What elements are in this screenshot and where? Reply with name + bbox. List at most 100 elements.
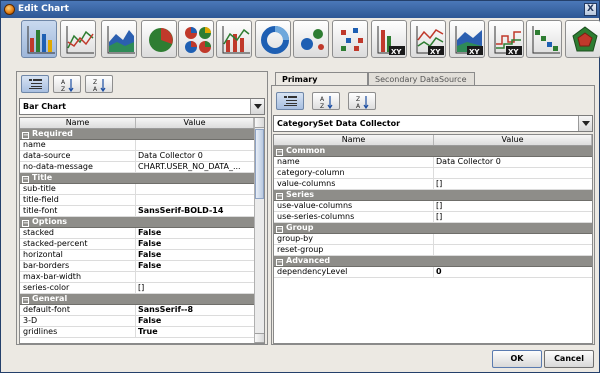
section-header[interactable]: − Group [274, 223, 592, 234]
property-value[interactable]: SansSerif-BOLD-14 [136, 206, 254, 216]
section-header[interactable]: − Series [274, 190, 592, 201]
property-row[interactable]: series-color[] [20, 283, 264, 294]
property-value[interactable]: [] [434, 179, 592, 189]
scroll-down-arrow[interactable] [255, 333, 264, 343]
sort-ascending-button[interactable]: AZ [312, 92, 340, 110]
xy-bar-chart-button[interactable]: XY [371, 20, 407, 58]
property-row[interactable]: group-by [274, 234, 592, 245]
xy-line-chart-button[interactable]: XY [410, 20, 446, 58]
property-row[interactable]: use-series-columns[] [274, 212, 592, 223]
bar-line-chart-button[interactable] [216, 20, 252, 58]
tab-primary-datasource[interactable]: Primary DataSource [275, 72, 368, 97]
section-header[interactable]: − General [20, 294, 264, 305]
property-row[interactable]: name [20, 140, 264, 151]
categorized-view-button[interactable] [21, 75, 49, 93]
property-value[interactable] [136, 140, 254, 150]
ring-chart-button[interactable] [255, 20, 291, 58]
property-row[interactable]: 3-D False [20, 316, 264, 327]
property-row[interactable]: horizontal False [20, 250, 264, 261]
property-value[interactable]: 0 [434, 267, 592, 277]
property-value[interactable]: [] [434, 212, 592, 222]
pie-chart-button[interactable] [141, 20, 177, 58]
xy-area-chart-button[interactable]: XY [449, 20, 485, 58]
section-header[interactable]: − Advanced [274, 256, 592, 267]
property-value[interactable]: SansSerif--8 [136, 305, 254, 315]
property-row[interactable]: dependencyLevel 0 [274, 267, 592, 278]
ok-button[interactable]: OK [492, 350, 542, 368]
property-row[interactable]: stacked False [20, 228, 264, 239]
collapse-icon[interactable]: − [276, 149, 283, 156]
waterfall-chart-button[interactable] [526, 20, 562, 58]
property-row[interactable]: name Data Collector 0 [274, 157, 592, 168]
property-value[interactable]: CHART.USER_NO_DATA_... [136, 162, 254, 172]
column-header-name[interactable]: Name [274, 135, 434, 145]
collapse-icon[interactable]: − [22, 176, 29, 183]
property-row[interactable]: category-column [274, 168, 592, 179]
multi-pie-chart-button[interactable] [178, 20, 214, 58]
radar-chart-button[interactable] [565, 20, 600, 58]
sort-ascending-button[interactable]: AZ [53, 75, 81, 93]
property-row[interactable]: sub-title [20, 184, 264, 195]
section-header[interactable]: − Title [20, 173, 264, 184]
section-header[interactable]: − Required [20, 129, 264, 140]
sort-descending-button[interactable]: ZA [348, 92, 376, 110]
categorized-view-button[interactable] [276, 92, 304, 110]
section-header[interactable]: − Common [274, 146, 592, 157]
property-value[interactable]: False [136, 316, 254, 326]
collapse-icon[interactable]: − [276, 193, 283, 200]
collapse-icon[interactable]: − [22, 297, 29, 304]
collapse-icon[interactable]: − [276, 259, 283, 266]
data-collector-select[interactable]: CategorySet Data Collector [273, 115, 593, 132]
column-header-value[interactable]: Value [434, 135, 592, 145]
chevron-down-icon[interactable] [578, 116, 592, 131]
property-row[interactable]: default-font SansSerif--8 [20, 305, 264, 316]
vertical-scrollbar[interactable] [254, 118, 264, 343]
property-row[interactable]: stacked-percent False [20, 239, 264, 250]
property-value[interactable]: [] [434, 201, 592, 211]
property-row[interactable]: no-data-message CHART.USER_NO_DATA_... [20, 162, 264, 173]
bar-chart-button[interactable] [21, 20, 57, 58]
property-value[interactable] [434, 168, 592, 178]
property-row[interactable]: reset-group [274, 245, 592, 256]
chart-type-select[interactable]: Bar Chart [19, 98, 265, 115]
tab-secondary-datasource[interactable]: Secondary DataSource [368, 72, 475, 86]
section-header[interactable]: − Options [20, 217, 264, 228]
property-row[interactable]: use-value-columns[] [274, 201, 592, 212]
scatter-plot-button[interactable] [332, 20, 368, 58]
property-value[interactable]: Data Collector 0 [136, 151, 254, 161]
property-row[interactable]: title-font SansSerif-BOLD-14 [20, 206, 264, 217]
property-value[interactable]: False [136, 250, 254, 260]
property-value[interactable] [136, 184, 254, 194]
property-value[interactable]: False [136, 239, 254, 249]
sort-descending-button[interactable]: ZA [85, 75, 113, 93]
property-row[interactable]: data-source Data Collector 0 [20, 151, 264, 162]
chevron-down-icon[interactable] [250, 99, 264, 114]
bubble-chart-button[interactable] [293, 20, 329, 58]
column-header-name[interactable]: Name [20, 118, 136, 128]
property-value[interactable] [136, 195, 254, 205]
property-value[interactable] [434, 234, 592, 244]
property-value[interactable]: Data Collector 0 [434, 157, 592, 167]
title-bar[interactable]: Edit Chart X [1, 1, 599, 18]
property-value[interactable]: [] [136, 283, 254, 293]
xy-line-step-chart-button[interactable]: XY [488, 20, 524, 58]
area-chart-button[interactable] [101, 20, 137, 58]
property-row[interactable]: value-columns[] [274, 179, 592, 190]
close-button[interactable]: X [584, 3, 597, 16]
scroll-up-arrow[interactable] [255, 118, 264, 128]
line-chart-button[interactable] [60, 20, 96, 58]
collapse-icon[interactable]: − [22, 220, 29, 227]
property-value[interactable] [434, 245, 592, 255]
property-row[interactable]: gridlines True [20, 327, 264, 338]
property-value[interactable]: False [136, 228, 254, 238]
property-value[interactable]: True [136, 327, 254, 337]
property-value[interactable]: False [136, 261, 254, 271]
scroll-thumb[interactable] [255, 129, 264, 199]
collapse-icon[interactable]: − [22, 132, 29, 139]
property-row[interactable]: bar-borders False [20, 261, 264, 272]
collapse-icon[interactable]: − [276, 226, 283, 233]
cancel-button[interactable]: Cancel [544, 350, 594, 368]
property-value[interactable] [136, 272, 254, 282]
column-header-value[interactable]: Value [136, 118, 254, 128]
property-row[interactable]: max-bar-width [20, 272, 264, 283]
